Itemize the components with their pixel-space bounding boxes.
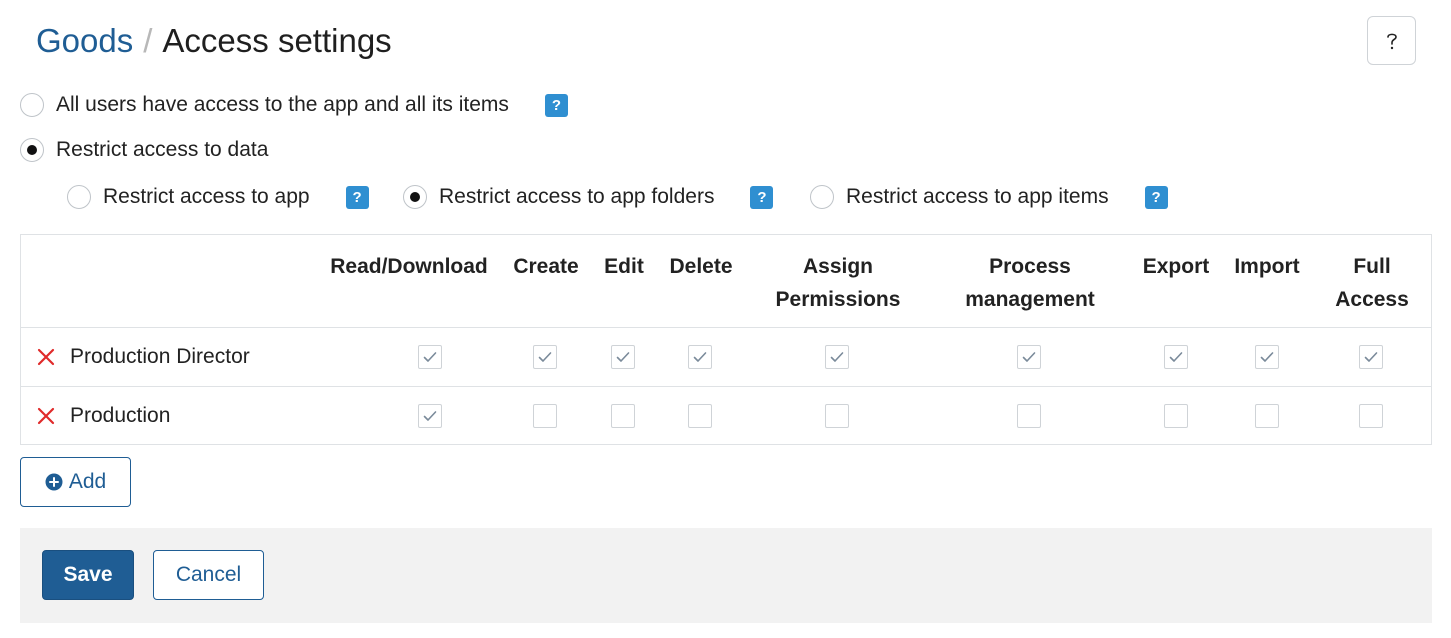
permission-checkbox-create[interactable] xyxy=(533,403,557,428)
permission-checkbox-export[interactable] xyxy=(1164,403,1188,428)
permission-checkbox-read-download[interactable] xyxy=(418,403,442,428)
table-row: Production xyxy=(21,387,1431,444)
column-header-full-access: Full Access xyxy=(1335,255,1409,311)
restrict-folders-label: Restrict access to app folders xyxy=(439,185,715,208)
checkmark-icon xyxy=(423,410,437,421)
option-all-users[interactable]: All users have access to the app and all… xyxy=(20,92,568,118)
permission-checkbox-import[interactable] xyxy=(1255,345,1279,369)
permission-checkbox-create[interactable] xyxy=(533,345,557,369)
column-header-edit: Edit xyxy=(604,255,644,278)
restrict-items-label: Restrict access to app items xyxy=(846,185,1109,208)
breadcrumb-goods-link[interactable]: Goods xyxy=(36,22,133,60)
restrict-app-help-icon[interactable]: ? xyxy=(345,185,369,209)
plus-circle-icon xyxy=(45,473,63,491)
breadcrumb-separator: / xyxy=(143,22,153,59)
table-row: Production Director xyxy=(21,328,1431,387)
permissions-table: Read/Download Create Edit Delete Assign … xyxy=(20,234,1432,445)
checkmark-icon xyxy=(423,352,437,362)
row-name: Production xyxy=(70,403,171,427)
restrict-folders-radio[interactable] xyxy=(403,185,427,209)
restrict-app-radio[interactable] xyxy=(67,185,91,209)
column-header-delete: Delete xyxy=(669,255,733,278)
add-button[interactable]: Add xyxy=(20,457,131,507)
permission-checkbox-full-access[interactable] xyxy=(1359,403,1383,428)
help-button[interactable] xyxy=(1367,16,1416,65)
remove-icon[interactable] xyxy=(37,348,55,366)
checkmark-icon xyxy=(1364,352,1378,362)
cancel-button[interactable]: Cancel xyxy=(153,550,264,600)
option-restrict-data[interactable]: Restrict access to data xyxy=(20,137,268,163)
restrict-data-radio[interactable] xyxy=(20,138,44,162)
restrict-data-label: Restrict access to data xyxy=(56,138,269,161)
form-footer: Save Cancel xyxy=(20,528,1432,623)
checkmark-icon xyxy=(1022,352,1036,362)
column-header-import: Import xyxy=(1234,255,1300,278)
column-header-read-download: Read/Download xyxy=(330,255,488,278)
permission-checkbox-edit[interactable] xyxy=(611,403,635,428)
permission-checkbox-delete[interactable] xyxy=(688,403,712,428)
permission-checkbox-edit[interactable] xyxy=(611,345,635,369)
question-mark-icon xyxy=(1386,33,1397,49)
restrict-folders-help-icon[interactable]: ? xyxy=(750,185,774,209)
all-users-radio[interactable] xyxy=(20,93,44,117)
permission-checkbox-export[interactable] xyxy=(1164,345,1188,369)
checkmark-icon xyxy=(693,352,707,362)
permission-checkbox-process-management[interactable] xyxy=(1017,403,1041,428)
restrict-app-label: Restrict access to app xyxy=(103,185,310,208)
column-header-create: Create xyxy=(513,255,579,278)
row-name: Production Director xyxy=(70,345,250,368)
table-header: Read/Download Create Edit Delete Assign … xyxy=(21,235,1431,328)
page-title: Access settings xyxy=(162,22,392,59)
option-restrict-app[interactable]: Restrict access to app ? xyxy=(67,184,369,210)
column-header-export: Export xyxy=(1142,255,1210,278)
remove-icon[interactable] xyxy=(37,407,55,425)
restrict-items-radio[interactable] xyxy=(810,185,834,209)
checkmark-icon xyxy=(1169,352,1183,362)
restrict-items-help-icon[interactable]: ? xyxy=(1144,185,1168,209)
permission-checkbox-full-access[interactable] xyxy=(1359,345,1383,369)
permission-checkbox-assign-permissions[interactable] xyxy=(825,345,849,369)
option-restrict-items[interactable]: Restrict access to app items ? xyxy=(810,184,1168,210)
all-users-label: All users have access to the app and all… xyxy=(56,93,509,116)
permission-checkbox-read-download[interactable] xyxy=(418,345,442,369)
save-button[interactable]: Save xyxy=(42,550,134,600)
all-users-help-icon[interactable]: ? xyxy=(544,93,568,117)
checkmark-icon xyxy=(1260,352,1274,362)
permission-checkbox-import[interactable] xyxy=(1255,403,1279,428)
permission-checkbox-assign-permissions[interactable] xyxy=(825,403,849,428)
permission-checkbox-delete[interactable] xyxy=(688,345,712,369)
column-header-process-management: Process management xyxy=(965,255,1095,311)
option-restrict-folders[interactable]: Restrict access to app folders ? xyxy=(403,184,774,210)
add-button-label: Add xyxy=(68,470,107,493)
checkmark-icon xyxy=(830,352,844,362)
checkmark-icon xyxy=(616,352,630,362)
permission-checkbox-process-management[interactable] xyxy=(1017,345,1041,369)
checkmark-icon xyxy=(538,352,552,362)
column-header-assign-permissions: Assign Permissions xyxy=(775,255,901,311)
breadcrumb: Goods / Access settings xyxy=(36,20,392,62)
